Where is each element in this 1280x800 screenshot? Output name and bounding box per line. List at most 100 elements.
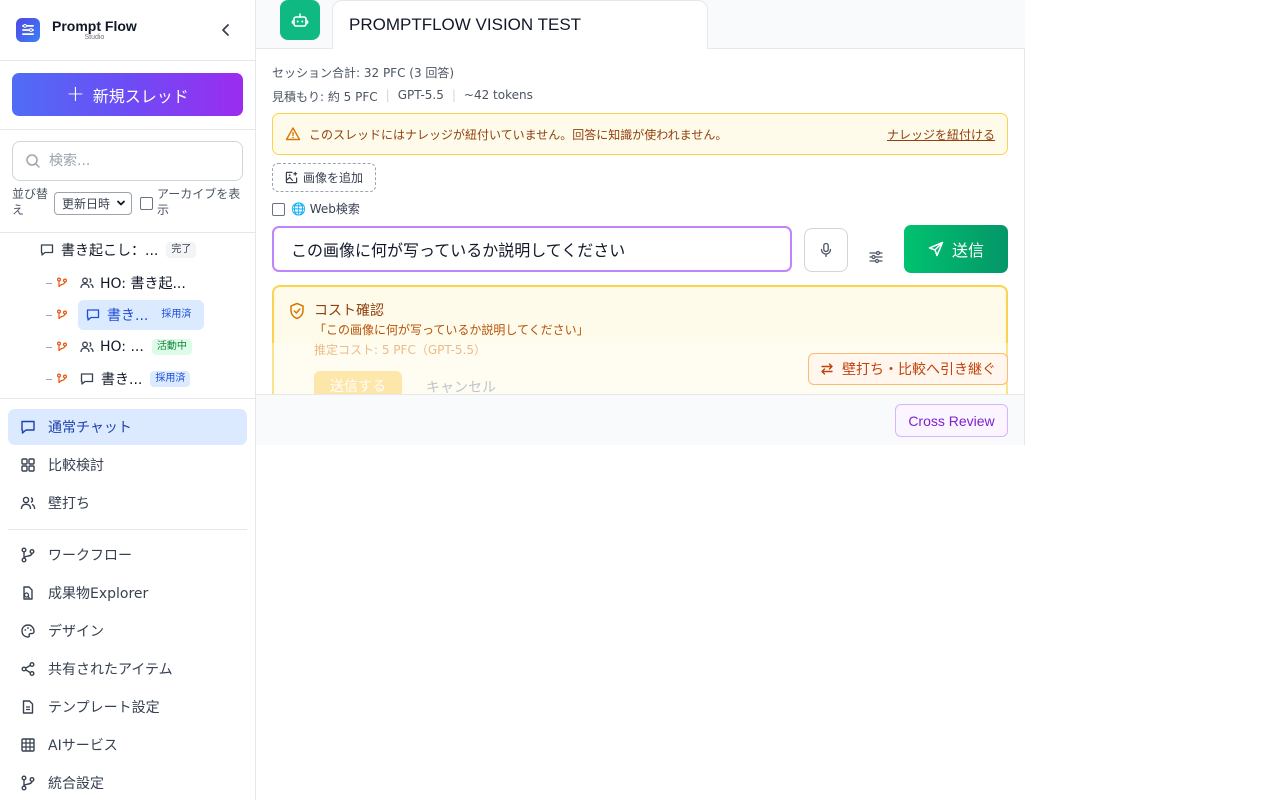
- grid-icon: [21, 458, 35, 472]
- swap-arrows-icon: [821, 363, 833, 375]
- nav-design[interactable]: デザイン: [8, 613, 247, 649]
- link-knowledge-button[interactable]: ナレッジを紐付ける: [887, 126, 995, 143]
- table-icon: [21, 738, 35, 752]
- microphone-icon: [820, 242, 832, 258]
- divider: [0, 129, 255, 130]
- estimate-tokens: ~42 tokens: [463, 88, 533, 102]
- collapse-sidebar-button[interactable]: [214, 18, 238, 42]
- estimate-model: GPT-5.5: [397, 88, 444, 102]
- nav-label: テンプレート設定: [48, 700, 160, 716]
- thread-label: 書き起こし：...: [61, 243, 159, 259]
- tree-connector: [46, 346, 52, 348]
- thread-item-selected[interactable]: 書き... 採用済: [46, 300, 205, 330]
- estimate-cost: 見積もり: 約 5 PFC: [272, 90, 378, 104]
- cost-confirm-title: コスト確認: [314, 303, 384, 319]
- cost-estimate: 見積もり: 約 5 PFC | GPT-5.5 | ~42 tokens: [272, 88, 533, 105]
- nav-normal-chat[interactable]: 通常チャット: [8, 409, 247, 445]
- app-logo-icon: [16, 18, 40, 42]
- brand[interactable]: Prompt Flow Studio: [16, 17, 137, 43]
- thread-label: 書き...: [101, 372, 143, 388]
- nav-integration-settings[interactable]: 統合設定: [8, 765, 247, 800]
- sort-select[interactable]: 更新日時: [54, 192, 132, 215]
- nav-artifact-explorer[interactable]: 成果物Explorer: [8, 575, 247, 611]
- shield-check-icon: [290, 302, 304, 320]
- status-badge: 採用済: [156, 307, 197, 323]
- branch-icon: [57, 341, 67, 352]
- thread-item[interactable]: HO: 書き起...: [46, 268, 186, 298]
- chat-bubble-icon: [21, 420, 35, 434]
- web-search-checkbox[interactable]: [272, 203, 285, 216]
- nav-label: AIサービス: [48, 738, 118, 754]
- thread-item[interactable]: HO: ... 活動中: [46, 332, 192, 362]
- thread-label: 書き...: [107, 308, 149, 324]
- show-archive-toggle[interactable]: アーカイブを表示: [140, 186, 249, 218]
- handoff-button[interactable]: 壁打ち・比較へ引き継ぐ: [808, 353, 1008, 385]
- share-icon: [21, 662, 35, 676]
- thread-label: HO: ...: [100, 339, 144, 355]
- nav-ai-services[interactable]: AIサービス: [8, 727, 247, 763]
- nav-label: デザイン: [48, 624, 104, 640]
- brand-name: Prompt Flow: [52, 18, 137, 34]
- chevron-left-icon: [222, 24, 229, 36]
- web-search-toggle[interactable]: 🌐 Web検索: [272, 200, 360, 217]
- prompt-input[interactable]: この画像に何が写っているか説明してください: [272, 226, 792, 272]
- separator: |: [385, 88, 390, 102]
- voice-input-button[interactable]: [804, 228, 848, 272]
- nav-label: 壁打ち: [48, 496, 90, 512]
- chevron-down-icon: [117, 200, 125, 206]
- nav-brainstorm[interactable]: 壁打ち: [8, 485, 247, 521]
- warning-text: このスレッドにはナレッジが紐付いていません。回答に知識が使われません。: [309, 127, 728, 142]
- bot-icon: [280, 0, 320, 40]
- add-image-button[interactable]: 画像を追加: [272, 163, 376, 192]
- cost-confirm-quote: 「この画像に何が写っているか説明してください」: [314, 323, 589, 337]
- search-input[interactable]: [49, 153, 229, 169]
- nav-label: 成果物Explorer: [48, 586, 149, 602]
- cancel-button[interactable]: キャンセル: [426, 377, 496, 395]
- web-search-label: 🌐 Web検索: [291, 202, 360, 216]
- session-total: セッション合計: 32 PFC (3 回答): [272, 66, 455, 80]
- document-icon: [22, 700, 34, 714]
- options-button[interactable]: [864, 247, 888, 267]
- brand-subtitle: Studio: [84, 34, 105, 41]
- nav-label: ワークフロー: [48, 548, 132, 564]
- tree-connector: [46, 378, 52, 380]
- nav-label: 通常チャット: [48, 420, 132, 436]
- file-search-icon: [23, 586, 33, 600]
- status-badge: 完了: [166, 242, 197, 258]
- send-icon: [928, 241, 944, 257]
- tree-connector: [46, 282, 52, 284]
- thread-title-tab[interactable]: PROMPTFLOW VISION TEST: [332, 0, 708, 49]
- new-thread-button[interactable]: + 新規スレッド: [12, 73, 243, 116]
- send-button[interactable]: 送信: [904, 225, 1008, 273]
- git-branch-icon: [21, 775, 35, 791]
- new-thread-label: 新規スレッド: [92, 86, 189, 106]
- nav-label: 共有されたアイテム: [48, 662, 173, 678]
- archive-checkbox[interactable]: [140, 197, 153, 210]
- nav-workflow[interactable]: ワークフロー: [8, 537, 247, 573]
- sidebar: Prompt Flow Studio + 新規スレッド 並び替え 更新日時 アー…: [0, 0, 256, 800]
- confirm-send-button[interactable]: 送信する: [314, 371, 402, 395]
- thread-label: HO: 書き起...: [100, 276, 186, 292]
- thread-item[interactable]: 書き起こし：... 完了: [40, 235, 197, 265]
- nav-shared-items[interactable]: 共有されたアイテム: [8, 651, 247, 687]
- separator: |: [451, 88, 456, 102]
- search-icon: [26, 154, 40, 168]
- branch-icon: [57, 309, 67, 320]
- nav-compare[interactable]: 比較検討: [8, 447, 247, 483]
- chat-bubble-icon: [86, 309, 100, 321]
- chat-bubble-icon: [40, 244, 54, 256]
- selected-thread-pill[interactable]: 書き... 採用済: [78, 300, 205, 330]
- sort-label: 並び替え: [12, 187, 49, 217]
- send-label: 送信: [951, 241, 984, 260]
- sort-select-value: 更新日時: [62, 197, 111, 211]
- git-branch-icon: [21, 547, 35, 563]
- nav-template-settings[interactable]: テンプレート設定: [8, 689, 247, 725]
- cross-review-button[interactable]: Cross Review: [895, 404, 1008, 437]
- tree-connector: [46, 314, 52, 316]
- add-image-label: 画像を追加: [303, 171, 364, 185]
- cost-confirm-estimate: 推定コスト: 5 PFC（GPT-5.5）: [314, 343, 487, 357]
- chat-footer: Cross Review: [256, 394, 1024, 445]
- archive-label: アーカイブを表示: [157, 187, 241, 217]
- search-box[interactable]: [12, 141, 243, 181]
- thread-item[interactable]: 書き... 採用済: [46, 364, 191, 394]
